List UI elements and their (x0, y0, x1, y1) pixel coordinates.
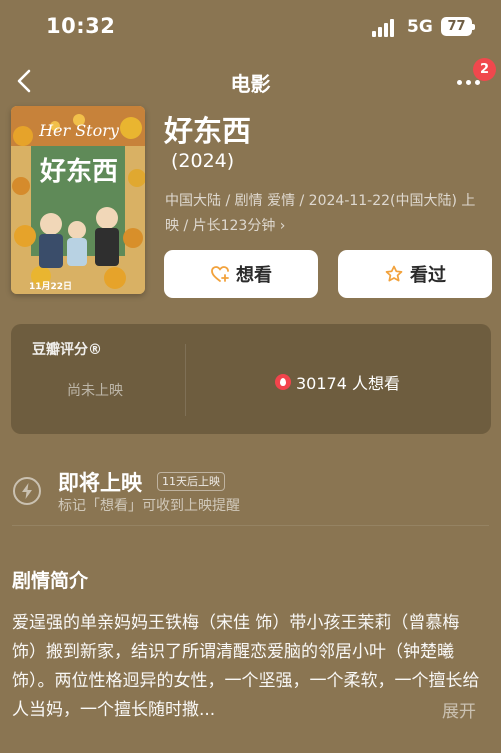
section-divider (12, 525, 489, 526)
rating-label: 豆瓣评分® (32, 342, 102, 358)
battery-icon: 77 (441, 17, 475, 36)
upcoming-title: 即将上映 (58, 471, 142, 495)
rating-status: 尚未上映 (67, 383, 123, 399)
poster-chinese-title: 好东西 (39, 156, 118, 187)
status-bar: 10:32 5G 77 (0, 0, 501, 56)
synopsis-text: 爱逞强的单亲妈妈王铁梅（宋佳 饰）带小孩王茉莉（曾慕梅 饰）搬到新家，结识了所谓… (12, 613, 480, 720)
network-type: 5G (407, 17, 433, 37)
signal-icon (372, 19, 398, 37)
watched-label: 看过 (410, 265, 446, 286)
days-until-release-tag: 11天后上映 (157, 472, 225, 491)
movie-title: 好东西 (164, 114, 252, 148)
star-icon (385, 265, 403, 282)
nav-bar: 电影 (0, 56, 501, 108)
rating-card[interactable]: 豆瓣评分® 尚未上映 30174 人想看 (11, 324, 491, 434)
poster-english-title: Her Story (38, 121, 120, 140)
upcoming-subtitle: 标记「想看」可收到上映提醒 (58, 498, 240, 514)
status-time: 10:32 (46, 14, 116, 38)
synopsis-heading: 剧情简介 (12, 570, 89, 592)
fire-icon (275, 374, 291, 390)
movie-year: (2024) (171, 150, 235, 172)
want-to-watch-label: 想看 (236, 265, 272, 286)
want-count-text: 30174 人想看 (296, 374, 400, 393)
notification-badge: 2 (473, 58, 496, 81)
page-title: 电影 (230, 72, 271, 96)
reminder-bolt-icon (13, 477, 41, 505)
want-to-watch-button[interactable]: 想看 (164, 250, 318, 298)
want-count: 30174 人想看 (275, 370, 400, 394)
movie-meta-info[interactable]: 中国大陆 / 剧情 爱情 / 2024-11-22(中国大陆) 上映 / 片长1… (165, 189, 489, 239)
rating-divider (185, 344, 186, 416)
watched-button[interactable]: 看过 (338, 250, 492, 298)
expand-synopsis-link[interactable]: 展开 (438, 697, 476, 722)
poster-artwork: Her Story 好东西 11月22日 (11, 106, 145, 294)
movie-poster[interactable]: Her Story 好东西 11月22日 (11, 106, 145, 294)
poster-date: 11月22日 (29, 281, 72, 292)
heart-plus-icon (211, 266, 229, 282)
